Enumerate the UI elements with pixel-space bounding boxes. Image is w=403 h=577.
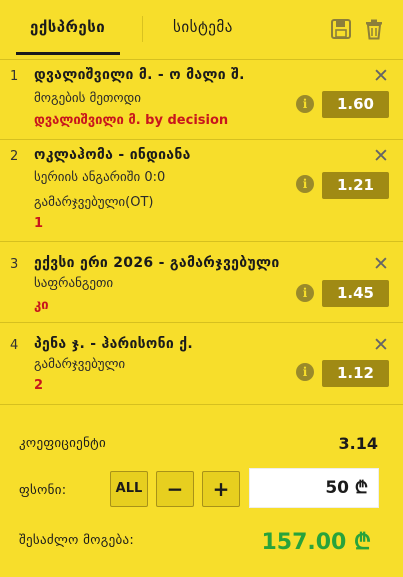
bet-item: 1 დვალიშვილი მ. - ო მალი შ. ✕ მოგების მე…: [0, 60, 403, 139]
trash-icon[interactable]: [363, 18, 385, 40]
bet-item: 4 პენა ჯ. - ჰარისონი ქ. ✕ გამარჯვებული 2…: [0, 323, 403, 404]
tab-divider: [142, 16, 143, 42]
total-odds-value: 3.14: [338, 434, 378, 453]
odds-button[interactable]: 1.60: [322, 91, 389, 118]
bet-title: პენა ჯ. - ჰარისონი ქ.: [34, 336, 193, 352]
total-odds-label: კოეფიციენტი: [19, 436, 106, 451]
save-icon[interactable]: [330, 18, 352, 40]
all-in-button[interactable]: ALL: [110, 471, 148, 507]
bet-title: დვალიშვილი მ. - ო მალი შ.: [34, 67, 245, 83]
bet-pick: 1: [34, 216, 44, 231]
possible-win-value: 157.00 ₾: [261, 530, 371, 555]
bet-title: ოკლაჰომა - ინდიანა: [34, 147, 191, 163]
bet-summary: კოეფიციენტი 3.14 ფსონი: ALL − + 50 ₾ შეს…: [0, 405, 403, 577]
possible-win-label: შესაძლო მოგება:: [19, 533, 135, 548]
close-icon[interactable]: ✕: [373, 336, 389, 355]
bet-market: გამარჯვებული: [34, 357, 126, 372]
close-icon[interactable]: ✕: [373, 147, 389, 166]
odds-button[interactable]: 1.12: [322, 360, 389, 387]
bet-market-extra: გამარჯვებული(OT): [34, 195, 154, 210]
bet-index: 1: [10, 69, 19, 84]
bet-index: 3: [10, 257, 19, 272]
close-icon[interactable]: ✕: [373, 67, 389, 86]
odds-button[interactable]: 1.45: [322, 280, 389, 307]
stake-input[interactable]: 50 ₾: [249, 468, 379, 508]
bet-pick: დვალიშვილი მ. by decision: [34, 113, 229, 128]
bet-item: 3 ექვსი ერი 2026 - გამარჯვებული ✕ საფრან…: [0, 242, 403, 322]
close-icon[interactable]: ✕: [373, 255, 389, 274]
info-icon[interactable]: i: [296, 284, 314, 302]
bet-pick: 2: [34, 378, 44, 393]
bet-market: საფრანგეთი: [34, 276, 114, 291]
decrease-stake-button[interactable]: −: [156, 471, 194, 507]
odds-button[interactable]: 1.21: [322, 172, 389, 199]
bet-title: ექვსი ერი 2026 - გამარჯვებული: [34, 255, 280, 271]
tab-system[interactable]: სისტემა: [173, 18, 233, 36]
bet-market: სერიის ანგარიში 0:0: [34, 170, 166, 185]
tab-express[interactable]: ექსპრესი: [30, 18, 105, 36]
stake-label: ფსონი:: [19, 483, 67, 498]
bet-pick: კი: [34, 298, 49, 313]
info-icon[interactable]: i: [296, 363, 314, 381]
bet-index: 4: [10, 338, 19, 353]
info-icon[interactable]: i: [296, 95, 314, 113]
bet-index: 2: [10, 149, 19, 164]
increase-stake-button[interactable]: +: [202, 471, 240, 507]
bet-slip-tabs: ექსპრესი სისტემა: [0, 0, 403, 60]
bet-item: 2 ოკლაჰომა - ინდიანა ✕ სერიის ანგარიში 0…: [0, 140, 403, 241]
info-icon[interactable]: i: [296, 175, 314, 193]
bet-market: მოგების მეთოდი: [34, 91, 141, 106]
tab-express-underline: [16, 52, 120, 55]
